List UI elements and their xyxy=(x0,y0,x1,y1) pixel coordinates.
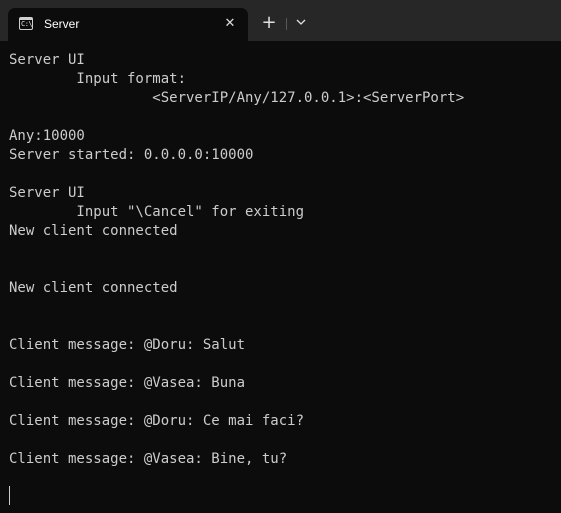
terminal-line: Input "\Cancel" for exiting xyxy=(9,204,305,220)
terminal-line: <ServerIP/Any/127.0.0.1>:<ServerPort> xyxy=(9,90,465,106)
terminal-line: Client message: @Doru: Ce mai faci? xyxy=(9,413,305,429)
terminal-line: Server UI xyxy=(9,185,85,201)
close-icon: ✕ xyxy=(224,16,236,31)
terminal-output[interactable]: Server UI Input format: <ServerIP/Any/12… xyxy=(9,51,557,509)
tab-server[interactable]: C:\ Server ✕ xyxy=(8,8,248,41)
chevron-down-icon xyxy=(296,19,306,25)
terminal-line: Client message: @Vasea: Bine, tu? xyxy=(9,451,288,467)
terminal-line: Client message: @Doru: Salut xyxy=(9,337,246,353)
toolbar-divider xyxy=(286,18,287,30)
terminal-line: New client connected xyxy=(9,280,178,296)
terminal-line: Input format: xyxy=(9,71,187,87)
text-cursor xyxy=(9,486,10,505)
terminal-line: New client connected xyxy=(9,223,178,239)
terminal-icon-glyph: C:\ xyxy=(21,20,33,28)
terminal-line: Any:10000 xyxy=(9,128,85,144)
terminal-line: Server started: 0.0.0.0:10000 xyxy=(9,147,254,163)
close-tab-button[interactable]: ✕ xyxy=(220,14,240,34)
terminal-icon: C:\ xyxy=(19,17,33,30)
tab-dropdown-button[interactable] xyxy=(290,12,312,34)
tab-title: Server xyxy=(44,17,80,31)
new-tab-button[interactable]: + xyxy=(258,12,280,34)
terminal-window: C:\ Server ✕ + Server UI Input format: <… xyxy=(0,0,561,513)
terminal-line: Server UI xyxy=(9,52,85,68)
title-bar: C:\ Server ✕ + xyxy=(0,0,561,41)
terminal-line: Client message: @Vasea: Buna xyxy=(9,375,246,391)
plus-icon: + xyxy=(261,12,277,33)
